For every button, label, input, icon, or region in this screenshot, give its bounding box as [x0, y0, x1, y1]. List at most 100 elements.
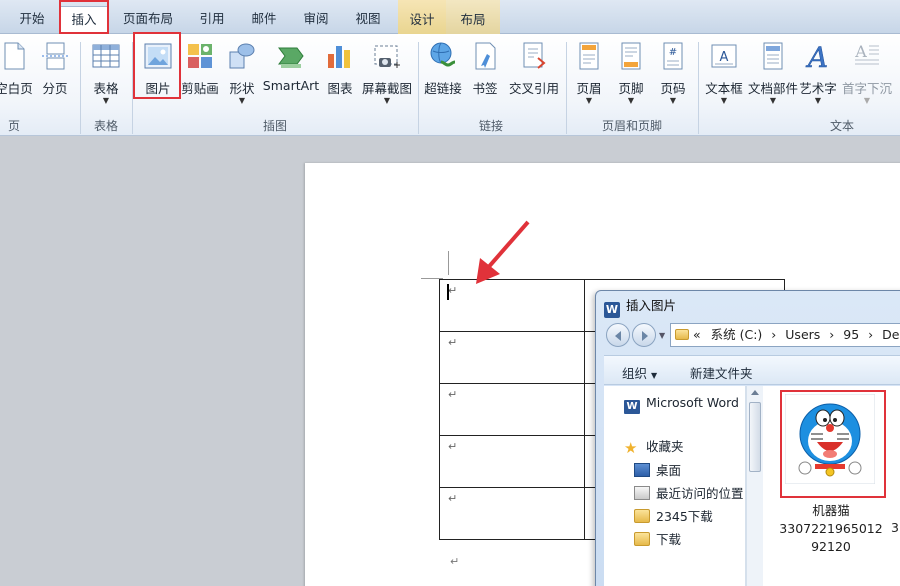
nav-item-2345-downloads[interactable]: 2345下载: [634, 508, 713, 526]
chevron-down-icon: ▼: [585, 96, 593, 105]
recent-places-icon: [634, 486, 650, 500]
scrollbar-thumb[interactable]: [749, 402, 761, 472]
chart-icon: [328, 46, 350, 68]
organize-button[interactable]: 组织 ▼: [622, 363, 657, 382]
screenshot-icon: [374, 45, 400, 68]
svg-text:A: A: [854, 42, 867, 61]
next-file-name-partial[interactable]: 3: [891, 520, 899, 535]
bookmark-icon: [475, 42, 496, 70]
insert-tab-highlight: [59, 0, 109, 34]
tab-table-layout[interactable]: 布局: [446, 0, 500, 34]
group-label-tables: 表格: [93, 119, 118, 133]
footer-icon: [621, 42, 641, 70]
file-name-line: 机器猫: [812, 503, 850, 518]
header-button[interactable]: 页眉 ▼: [570, 38, 608, 118]
page-number-button[interactable]: # 页码 ▼: [654, 38, 692, 118]
group-label-illustrations: 插图: [262, 119, 287, 133]
navigation-pane[interactable]: W Microsoft Word ★ 收藏夹 桌面 最近访问的位置 2345下载 下…: [604, 386, 746, 586]
picture-button-highlight: [133, 32, 181, 99]
blank-page-icon: [4, 42, 25, 70]
group-divider: [566, 42, 567, 134]
breadcrumb-user[interactable]: 95: [843, 327, 859, 342]
file-name-line: 92120: [811, 539, 851, 554]
tab-home[interactable]: 开始: [8, 6, 56, 34]
footer-label: 页脚: [618, 81, 644, 96]
chart-button[interactable]: 图表: [322, 38, 358, 118]
scroll-up-icon[interactable]: [751, 390, 759, 395]
tab-table-design[interactable]: 设计: [398, 0, 446, 34]
new-folder-button[interactable]: 新建文件夹: [690, 363, 753, 382]
blank-page-label: 空白页: [0, 81, 33, 96]
nav-item-recent-places[interactable]: 最近访问的位置: [634, 485, 744, 503]
cross-reference-icon: [523, 42, 546, 69]
table-button[interactable]: 表格 ▼: [86, 38, 126, 118]
word-icon: W: [604, 302, 620, 318]
page-break-button[interactable]: 分页: [38, 38, 72, 118]
tab-review[interactable]: 审阅: [292, 6, 340, 34]
chevron-down-icon: ▼: [651, 371, 658, 380]
tab-page-layout[interactable]: 页面布局: [112, 6, 184, 34]
quick-parts-label: 文档部件: [748, 81, 799, 96]
folder-icon: [675, 329, 689, 340]
nav-item-favorites[interactable]: ★ 收藏夹: [624, 438, 684, 456]
chevron-down-icon: ▼: [102, 96, 110, 105]
ribbon-tab-bar: 开始 插入 页面布局 引用 邮件 审阅 视图 设计 布局: [0, 0, 900, 35]
group-label-links: 链接: [478, 119, 503, 133]
dialog-toolbar: 组织 ▼ 新建文件夹: [604, 355, 900, 385]
quick-parts-button[interactable]: 文档部件 ▼: [748, 38, 798, 118]
chevron-down-icon: ▼: [769, 96, 777, 105]
chevron-down-icon: ▼: [863, 96, 871, 105]
table-cell[interactable]: ↵: [439, 331, 585, 384]
tab-mailings[interactable]: 邮件: [240, 6, 288, 34]
quick-parts-icon: [763, 42, 783, 70]
nav-item-microsoft-word[interactable]: W Microsoft Word: [624, 394, 739, 414]
cross-reference-button[interactable]: 交叉引用: [506, 38, 562, 118]
chevron-down-icon[interactable]: ▼: [659, 331, 665, 340]
address-bar[interactable]: « 系统 (C:) › Users › 95 › De: [670, 323, 900, 347]
table-cell[interactable]: ↵: [439, 487, 585, 540]
wordart-button[interactable]: A 艺术字 ▼: [798, 38, 838, 118]
nav-item-downloads[interactable]: 下载: [634, 531, 681, 549]
table-cell[interactable]: ↵: [439, 435, 585, 488]
favorites-star-icon: ★: [624, 439, 638, 457]
breadcrumb-separator: ›: [829, 327, 835, 342]
blank-page-button[interactable]: 空白页: [0, 38, 36, 118]
nav-scrollbar[interactable]: [746, 386, 763, 586]
forward-button[interactable]: [632, 323, 656, 347]
smartart-label: SmartArt: [262, 78, 320, 93]
file-name[interactable]: 机器猫 3307221965012 92120: [771, 502, 891, 556]
breadcrumb-users[interactable]: Users: [785, 327, 820, 342]
screenshot-button[interactable]: 屏幕截图 ▼: [360, 38, 414, 118]
tab-references[interactable]: 引用: [188, 6, 236, 34]
page-break-label: 分页: [42, 81, 68, 96]
tab-view[interactable]: 视图: [344, 6, 392, 34]
chevron-down-icon: ▼: [627, 96, 635, 105]
breadcrumb-drive[interactable]: 系统 (C:): [711, 327, 763, 342]
dialog-title: W 插入图片: [604, 296, 676, 318]
smartart-button[interactable]: SmartArt: [262, 38, 320, 118]
back-button[interactable]: [606, 323, 630, 347]
breadcrumb-folder[interactable]: De: [882, 327, 899, 342]
wordart-icon: A: [805, 41, 829, 72]
breadcrumb-separator: ›: [771, 327, 777, 342]
svg-text:A: A: [805, 41, 828, 72]
text-box-button[interactable]: A 文本框 ▼: [702, 38, 746, 118]
clip-art-label: 剪贴画: [181, 81, 219, 96]
group-divider: [80, 42, 81, 134]
footer-button[interactable]: 页脚 ▼: [612, 38, 650, 118]
nav-item-desktop[interactable]: 桌面: [634, 462, 681, 480]
hyperlink-button[interactable]: 超链接: [422, 38, 464, 118]
clip-art-button[interactable]: 剪贴画: [180, 38, 220, 118]
drop-cap-button[interactable]: A 首字下沉 ▼: [840, 38, 894, 118]
wordart-label: 艺术字: [799, 81, 837, 96]
address-overflow[interactable]: «: [693, 327, 701, 342]
organize-label: 组织: [622, 366, 648, 381]
downloads-icon: [634, 532, 650, 546]
shapes-button[interactable]: 形状 ▼: [222, 38, 262, 118]
group-label-header-footer: 页眉和页脚: [601, 119, 662, 133]
svg-text:#: #: [669, 47, 677, 58]
table-cell[interactable]: ↵: [439, 383, 585, 436]
hyperlink-icon: [430, 42, 456, 67]
bookmark-button[interactable]: 书签: [466, 38, 504, 118]
breadcrumb-separator: ›: [868, 327, 874, 342]
